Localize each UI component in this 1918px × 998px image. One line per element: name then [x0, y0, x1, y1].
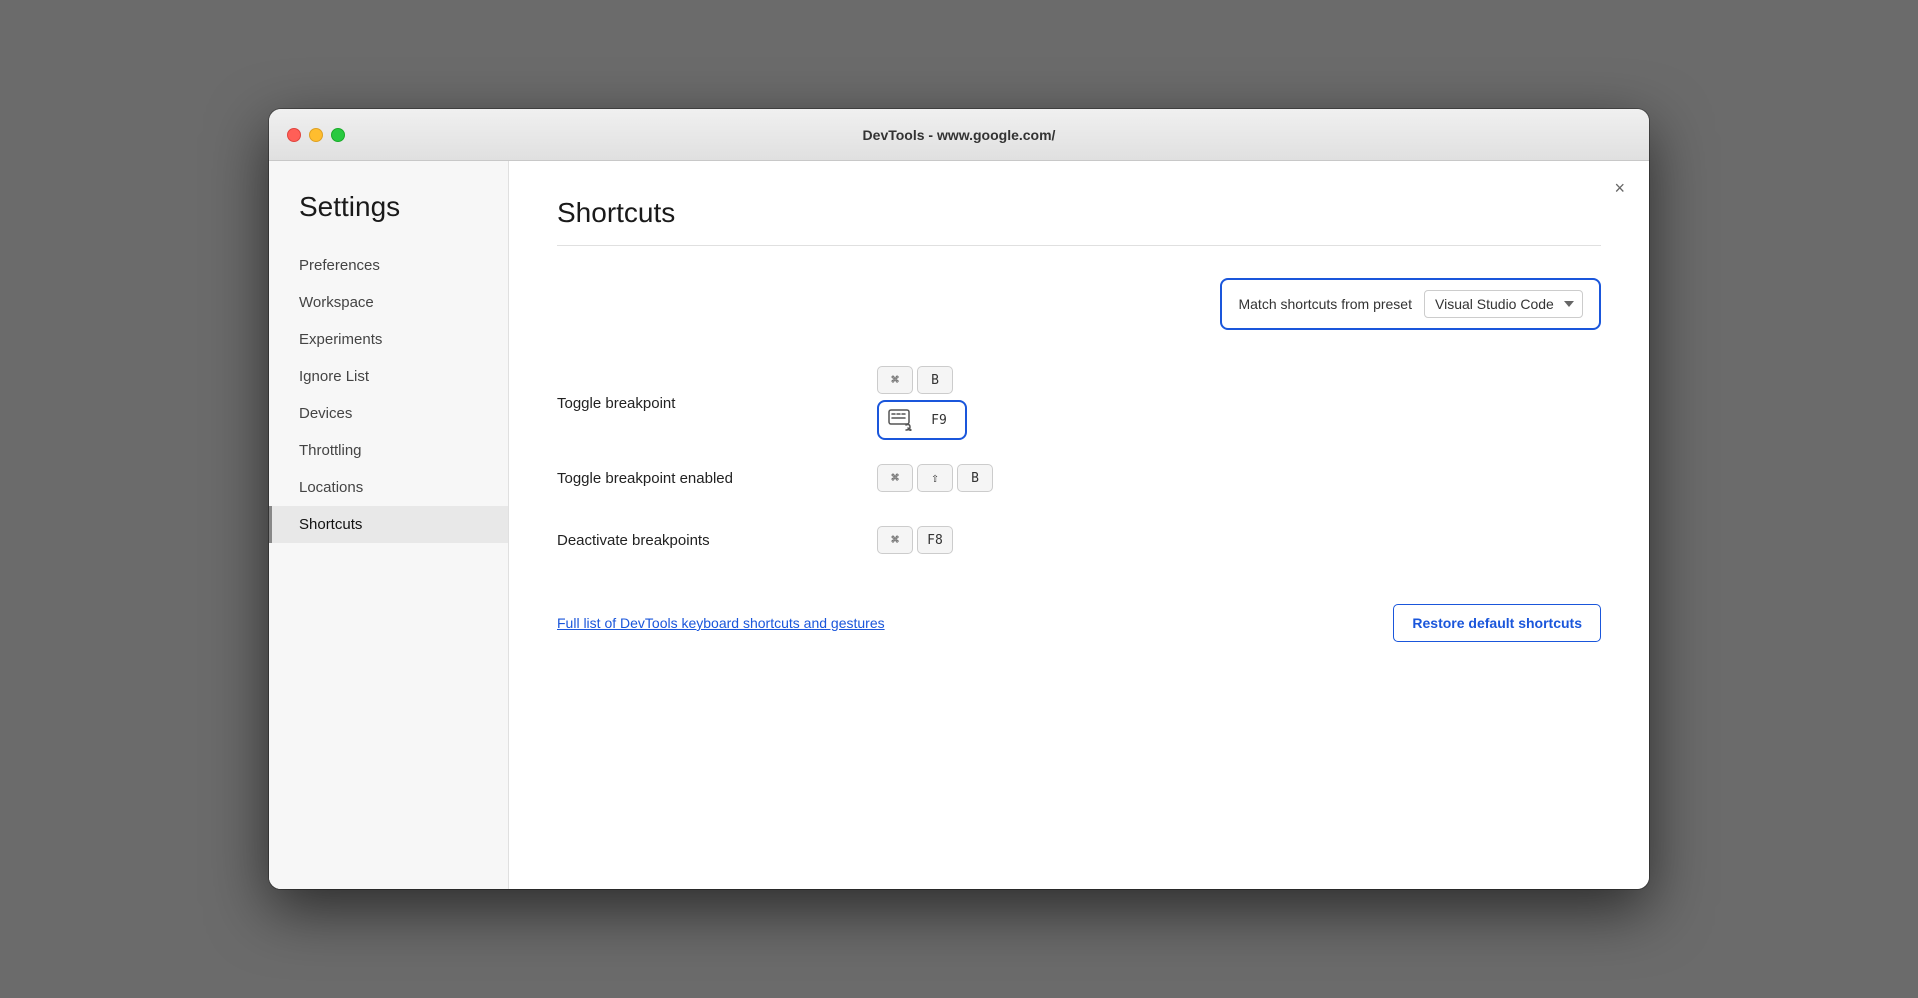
sidebar-item-shortcuts[interactable]: Shortcuts: [269, 506, 508, 543]
preset-label: Match shortcuts from preset: [1238, 296, 1412, 312]
preset-row: Match shortcuts from preset Default Visu…: [557, 278, 1601, 330]
shortcut-row-toggle-breakpoint-enabled: Toggle breakpoint enabled ⌘ ⇧ B: [557, 454, 1601, 502]
sidebar-item-throttling[interactable]: Throttling: [269, 432, 508, 469]
key-cmd-2: ⌘: [877, 464, 913, 492]
sidebar-item-experiments[interactable]: Experiments: [269, 321, 508, 358]
preset-select[interactable]: Default Visual Studio Code: [1424, 290, 1583, 318]
shortcut-name: Toggle breakpoint: [557, 395, 877, 412]
sidebar-item-locations[interactable]: Locations: [269, 469, 508, 506]
shortcut-name-3: Deactivate breakpoints: [557, 532, 877, 549]
restore-defaults-button[interactable]: Restore default shortcuts: [1393, 604, 1601, 642]
full-list-link[interactable]: Full list of DevTools keyboard shortcuts…: [557, 615, 885, 631]
traffic-lights: [287, 128, 345, 142]
key-b-2: B: [957, 464, 993, 492]
maximize-traffic-light[interactable]: [331, 128, 345, 142]
key-group-cmd-shift-b: ⌘ ⇧ B: [877, 464, 993, 492]
sidebar-item-ignore-list[interactable]: Ignore List: [269, 358, 508, 395]
shortcut-name-2: Toggle breakpoint enabled: [557, 470, 877, 487]
shortcut-row-deactivate-breakpoints: Deactivate breakpoints ⌘ F8: [557, 516, 1601, 564]
close-traffic-light[interactable]: [287, 128, 301, 142]
key-cmd-3: ⌘: [877, 526, 913, 554]
window-body: Settings Preferences Workspace Experimen…: [269, 161, 1649, 889]
shortcut-keys-toggle-breakpoint: ⌘ B: [877, 366, 967, 440]
key-group-f9-highlighted: F9: [877, 400, 967, 440]
close-button[interactable]: ×: [1614, 179, 1625, 197]
key-group-cmd-f8: ⌘ F8: [877, 526, 953, 554]
sidebar: Settings Preferences Workspace Experimen…: [269, 161, 509, 889]
shortcuts-table: Toggle breakpoint ⌘ B: [557, 366, 1601, 564]
main-content: × Shortcuts Match shortcuts from preset …: [509, 161, 1649, 889]
key-cmd: ⌘: [877, 366, 913, 394]
keyboard-shortcut-icon: [887, 406, 915, 434]
key-group-cmd-b: ⌘ B: [877, 366, 967, 394]
shortcut-row-toggle-breakpoint: Toggle breakpoint ⌘ B: [557, 366, 1601, 440]
minimize-traffic-light[interactable]: [309, 128, 323, 142]
titlebar: DevTools - www.google.com/: [269, 109, 1649, 161]
preset-container: Match shortcuts from preset Default Visu…: [1220, 278, 1601, 330]
page-title: Shortcuts: [557, 197, 1601, 229]
sidebar-item-workspace[interactable]: Workspace: [269, 284, 508, 321]
shortcut-keys-toggle-enabled: ⌘ ⇧ B: [877, 464, 993, 492]
window-title: DevTools - www.google.com/: [863, 127, 1056, 143]
footer-row: Full list of DevTools keyboard shortcuts…: [557, 604, 1601, 642]
key-b: B: [917, 366, 953, 394]
mac-window: DevTools - www.google.com/ Settings Pref…: [269, 109, 1649, 889]
divider: [557, 245, 1601, 246]
sidebar-item-devices[interactable]: Devices: [269, 395, 508, 432]
sidebar-title: Settings: [269, 191, 508, 247]
key-f9: F9: [921, 406, 957, 434]
key-f8: F8: [917, 526, 953, 554]
shortcut-keys-deactivate: ⌘ F8: [877, 526, 953, 554]
key-shift: ⇧: [917, 464, 953, 492]
sidebar-item-preferences[interactable]: Preferences: [269, 247, 508, 284]
